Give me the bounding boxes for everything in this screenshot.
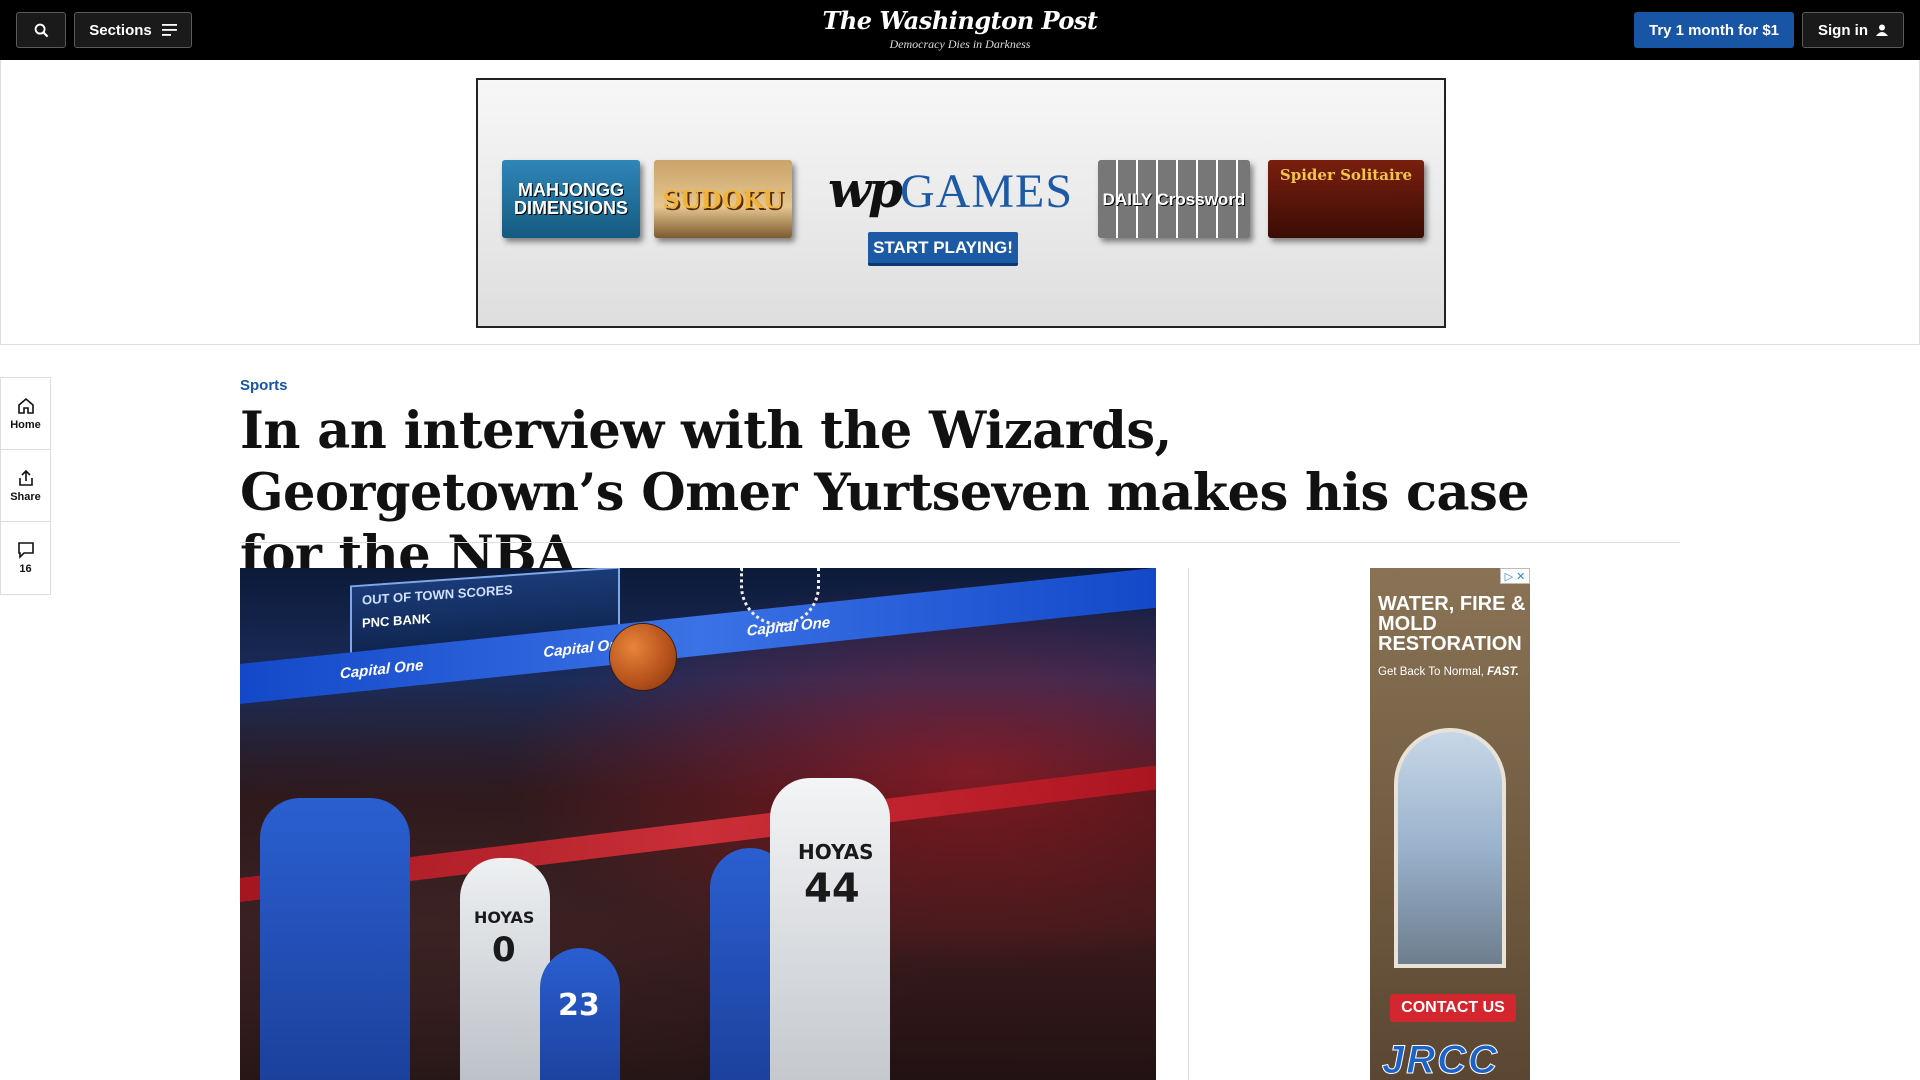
sections-label: Sections — [89, 21, 152, 39]
sidebar-ad[interactable]: ▷ ✕ WATER, FIRE & MOLD RESTORATION Get Ba… — [1370, 568, 1530, 1080]
jersey-number-0: 0 — [492, 930, 516, 970]
sidebar-ad-photo — [1394, 728, 1506, 968]
close-icon[interactable]: ✕ — [1516, 570, 1525, 583]
hero-photo[interactable]: OUT OF TOWN SCORES PNC BANK Capital One … — [240, 568, 1156, 1080]
start-playing-button[interactable]: START PLAYING! — [868, 232, 1018, 266]
column-divider — [1188, 568, 1189, 1080]
jersey-team-0: HOYAS — [474, 908, 535, 927]
site-logo[interactable]: The Washington Post — [760, 6, 1160, 35]
wp-games-logo[interactable]: wpGAMES — [828, 160, 1072, 219]
sections-button[interactable]: Sections — [74, 12, 192, 48]
mahjongg-tile[interactable]: MAHJONGG DIMENSIONS — [502, 160, 640, 238]
comment-count: 16 — [19, 563, 32, 575]
share-icon — [18, 469, 33, 486]
spider-solitaire-tile[interactable]: Spider Solitaire — [1268, 160, 1424, 238]
sign-in-button[interactable]: Sign in — [1802, 12, 1904, 48]
contact-us-button[interactable]: CONTACT US — [1390, 994, 1516, 1022]
subscribe-button[interactable]: Try 1 month for $1 — [1634, 12, 1794, 48]
article-headline: In an interview with the Wizards, George… — [240, 401, 1530, 585]
ad-choices-badge[interactable]: ▷ ✕ — [1500, 568, 1530, 584]
player-blue-left — [260, 798, 410, 1080]
player-blue-23: 23 — [540, 948, 620, 1080]
tagline: Democracy Dies in Darkness — [889, 37, 1031, 51]
player-hoyas-44: HOYAS 44 — [770, 778, 890, 1080]
games-banner-ad[interactable]: MAHJONGG DIMENSIONS SUDOKU wpGAMES START… — [476, 78, 1446, 328]
left-rail: Home Share 16 — [0, 377, 51, 595]
sudoku-tile[interactable]: SUDOKU — [654, 160, 792, 238]
sidebar-ad-sub-emphasis: FAST. — [1487, 666, 1519, 678]
rail-share-label: Share — [10, 490, 41, 503]
headline-divider — [240, 542, 1680, 543]
user-icon — [1876, 24, 1888, 36]
wp-mark: wp — [828, 160, 903, 219]
crossword-tile[interactable]: DAILY Crossword — [1098, 160, 1250, 238]
jersey-number-23: 23 — [558, 988, 600, 1023]
jersey-number-44: 44 — [804, 866, 860, 912]
comment-icon — [17, 542, 34, 559]
basketball — [610, 624, 676, 690]
search-button[interactable] — [16, 12, 66, 48]
sidebar-ad-sub-prefix: Get Back To Normal, — [1378, 666, 1484, 678]
masthead[interactable]: The Washington Post Democracy Dies in Da… — [760, 6, 1160, 52]
rail-comments[interactable]: 16 — [1, 522, 50, 594]
rail-share[interactable]: Share — [1, 450, 50, 522]
section-kicker[interactable]: Sports — [240, 377, 288, 394]
rail-home-label: Home — [10, 418, 41, 431]
search-icon — [34, 23, 48, 37]
banner-ad-zone: MAHJONGG DIMENSIONS SUDOKU wpGAMES START… — [0, 60, 1920, 345]
sidebar-ad-subline: Get Back To Normal, FAST. — [1378, 666, 1519, 678]
top-nav: Sections The Washington Post Democracy D… — [0, 0, 1920, 60]
menu-icon — [161, 24, 177, 36]
sidebar-ad-logo: JRCC — [1382, 1038, 1499, 1080]
player-hoyas-0: HOYAS 0 — [460, 858, 550, 1080]
adchoices-icon: ▷ — [1504, 570, 1514, 583]
sidebar-ad-headline: WATER, FIRE & MOLD RESTORATION — [1378, 593, 1526, 655]
games-word: GAMES — [900, 165, 1074, 218]
home-icon — [17, 397, 34, 414]
jersey-team-44: HOYAS — [798, 840, 874, 864]
led-band-text: Capital One — [340, 656, 424, 682]
sign-in-label: Sign in — [1818, 21, 1868, 39]
rail-home[interactable]: Home — [1, 378, 50, 450]
